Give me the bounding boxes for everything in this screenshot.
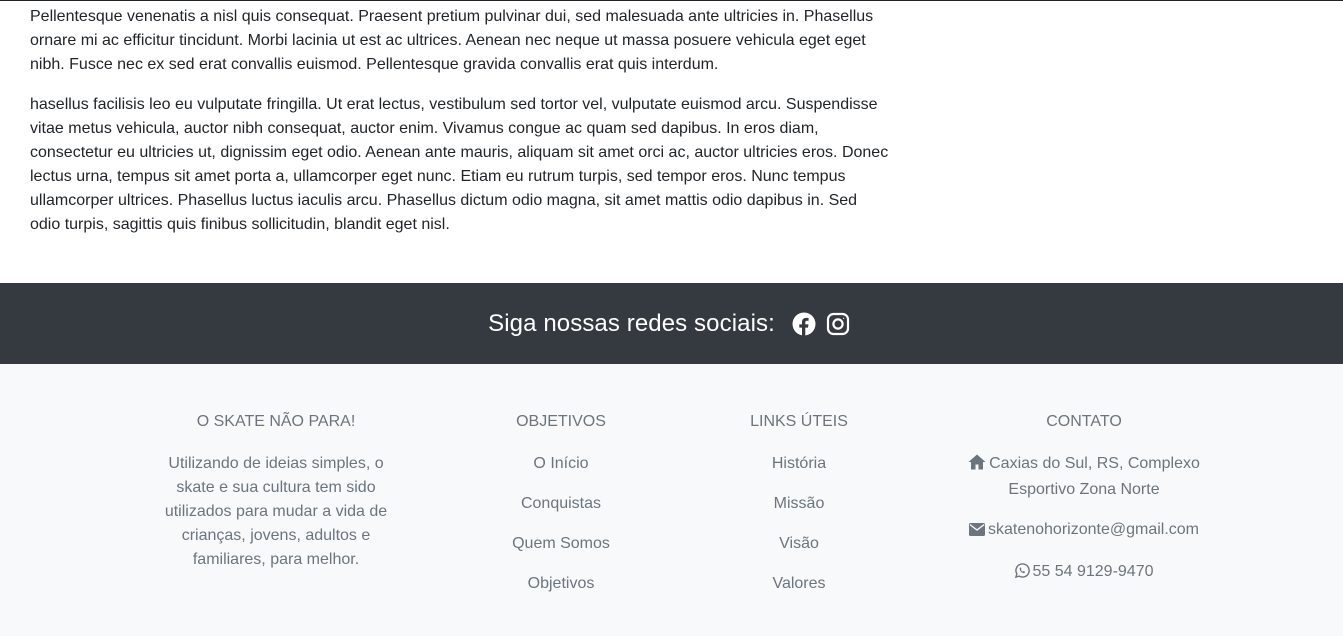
instagram-icon[interactable] [826,312,850,336]
link-quem-somos[interactable]: Quem Somos [481,532,641,556]
whatsapp-icon [1014,562,1030,586]
about-heading: O SKATE NÃO PARA! [196,413,356,430]
links-uteis-heading: LINKS ÚTEIS [750,413,848,430]
link-o-inicio[interactable]: O Início [481,452,641,476]
article-paragraph-1: Pellentesque venenatis a nisl quis conse… [30,8,874,73]
address-text: Caxias do Sul, RS, Complexo Esportivo Zo… [989,455,1200,498]
facebook-icon[interactable] [792,312,816,336]
link-missao[interactable]: Missão [719,492,879,516]
footer-links-column: LINKS ÚTEIS História Missão Visão Valore… [719,412,879,612]
contact-email: skatenohorizonte@gmail.com [944,518,1224,544]
article-content: Pellentesque venenatis a nisl quis conse… [0,1,890,237]
footer-about-column: O SKATE NÃO PARA! Utilizando de ideias s… [158,412,394,572]
link-objetivos[interactable]: Objetivos [481,572,641,596]
social-title: Siga nossas redes sociais: [488,309,775,337]
about-text: Utilizando de ideias simples, o skate e … [164,455,388,568]
home-icon [968,454,986,478]
footer: O SKATE NÃO PARA! Utilizando de ideias s… [0,364,1343,636]
footer-objetivos-column: OBJETIVOS O Início Conquistas Quem Somos… [481,412,641,612]
link-historia[interactable]: História [719,452,879,476]
link-conquistas[interactable]: Conquistas [481,492,641,516]
contato-heading: CONTATO [1046,413,1122,430]
footer-contato-column: CONTATO Caxias do Sul, RS, Complexo Espo… [944,412,1224,602]
contact-phone: 55 54 9129-9470 [944,560,1224,586]
contact-address: Caxias do Sul, RS, Complexo Esportivo Zo… [944,452,1224,502]
social-bar: Siga nossas redes sociais: [0,283,1343,364]
email-text[interactable]: skatenohorizonte@gmail.com [988,521,1199,538]
phone-text: 55 54 9129-9470 [1032,563,1154,580]
objetivos-heading: OBJETIVOS [516,413,606,430]
link-valores[interactable]: Valores [719,572,879,596]
article-paragraph-2: hasellus facilisis leo eu vulputate frin… [30,96,889,233]
link-visao[interactable]: Visão [719,532,879,556]
envelope-icon [968,520,985,544]
